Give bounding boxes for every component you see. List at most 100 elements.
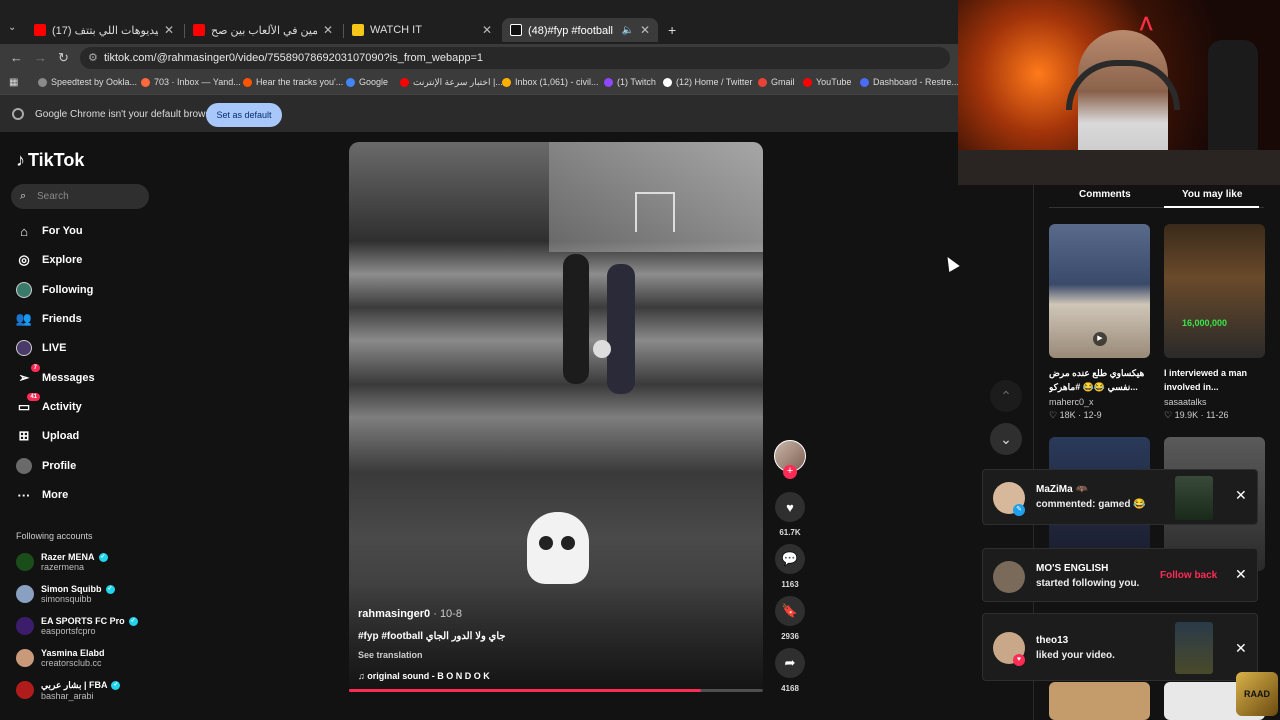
video-author[interactable]: rahmasinger0 · 10-8 [358, 608, 462, 620]
messages-badge: 7 [30, 364, 40, 372]
active-tab-indicator [1164, 206, 1259, 208]
tiktok-logo[interactable]: ♪ TikTok [16, 150, 84, 171]
chrome-icon [12, 108, 24, 120]
tab-search-chevron-icon[interactable]: ⌄ [8, 22, 16, 33]
avatar [993, 561, 1025, 593]
bookmark-twitch[interactable]: (1) Twitch [604, 77, 656, 87]
next-video-button[interactable]: ⌄ [990, 423, 1022, 455]
soundcloud-icon [243, 77, 252, 87]
search-placeholder: Search [37, 191, 69, 202]
notification-text: liked your video. [1036, 650, 1115, 661]
bookmark-yandex-inbox[interactable]: 703 · Inbox — Yand... [141, 77, 241, 87]
notification-toast[interactable]: ✎ MaZiMa 🦇 commented: gamed 😂 ✕ [982, 469, 1258, 525]
twitch-icon [604, 77, 613, 87]
bookmark-google[interactable]: Google [346, 77, 388, 87]
notification-toast[interactable]: ♥ theo13 liked your video. ✕ [982, 613, 1258, 681]
bookmark-soundcloud[interactable]: Hear the tracks you'... [243, 77, 343, 87]
following-account-simon[interactable]: Simon Squibb ✓ simonsquibb [16, 581, 115, 607]
video-progress-fill [349, 689, 701, 692]
nav-upload[interactable]: ⊞ Upload [16, 426, 80, 446]
nav-profile[interactable]: Profile [16, 456, 76, 476]
following-account-yasmina[interactable]: Yasmina Elabd creatorsclub.cc [16, 645, 105, 671]
verified-icon: ✓ [105, 584, 115, 594]
close-tab-icon[interactable]: ✕ [323, 23, 333, 37]
compass-icon: ◎ [18, 252, 30, 267]
close-icon[interactable]: ✕ [1235, 640, 1247, 657]
search-input[interactable]: ⌕ Search [11, 184, 149, 209]
suggested-video-card[interactable]: 16,000,000 I interviewed a man involved … [1164, 224, 1265, 421]
bookmark-twitter[interactable]: (12) Home / Twitter [663, 77, 752, 87]
following-account-razer[interactable]: Razer MENA ✓ razermena [16, 549, 108, 575]
close-tab-icon[interactable]: ✕ [640, 23, 650, 37]
nav-activity[interactable]: ▭ 41 Activity [16, 393, 82, 417]
nav-friends[interactable]: 👥 Friends [16, 309, 82, 329]
nav-live[interactable]: LIVE [16, 338, 66, 358]
following-account-bashar[interactable]: بشار عربي | FBA ✓ bashar_arabi [16, 677, 121, 703]
messages-icon: ➢ 7 [16, 364, 40, 386]
browser-tab-1[interactable]: (17) هي دي الفيديوهات اللي بتتف... ✕ [26, 18, 182, 42]
close-icon[interactable]: ✕ [1235, 566, 1247, 583]
apps-grid-icon[interactable]: ▦ [9, 77, 18, 88]
follow-plus-button[interactable]: + [783, 465, 797, 479]
set-as-default-button[interactable]: Set as default [206, 103, 282, 127]
save-button[interactable]: 🔖 2936 [773, 596, 807, 641]
notification-toast[interactable]: MO'S ENGLISH started following you. Foll… [982, 548, 1258, 602]
youtube-icon [34, 24, 46, 36]
heart-icon: ♥ [775, 492, 805, 522]
nav-messages[interactable]: ➢ 7 Messages [16, 364, 95, 388]
browser-tab-3[interactable]: WATCH IT ✕ [344, 18, 500, 42]
nav-explore[interactable]: ◎ Explore [16, 250, 82, 270]
tiktok-note-icon: ♪ [16, 150, 25, 170]
bookmark-youtube[interactable]: YouTube [803, 77, 851, 87]
browser-tab-4-active[interactable]: (48)#fyp #football جاي ولا الدور الجاي 🔈… [502, 18, 658, 42]
notification-name: MaZiMa 🦇 [1036, 484, 1088, 495]
following-account-easports[interactable]: EA SPORTS FC Pro ✓ easportsfcpro [16, 613, 138, 639]
bookmark-restream[interactable]: Dashboard - Restre... [860, 77, 959, 87]
notification-name: MO'S ENGLISH [1036, 563, 1109, 574]
suggested-video-card[interactable]: ▶ هيكساوي طلع عنده مرض نفسي 😂😂 #ماهركو..… [1049, 224, 1150, 421]
close-tab-icon[interactable]: ✕ [164, 23, 174, 37]
nav-following[interactable]: Following [16, 280, 93, 300]
nav-more[interactable]: ··· More [16, 485, 69, 505]
avatar [16, 553, 34, 571]
bookmark-icon: 🔖 [775, 596, 805, 626]
back-arrow-icon[interactable]: ← [10, 50, 23, 65]
reload-icon[interactable]: ↻ [58, 50, 69, 66]
tab-comments[interactable]: Comments [1079, 189, 1131, 200]
thumbnail-overlay-text: 16,000,000 [1182, 318, 1228, 328]
forward-arrow-icon[interactable]: → [34, 50, 47, 65]
video-caption: #fyp #football جاي ولا الدور الجاي [358, 631, 506, 642]
bookmark-speed-test-arabic[interactable]: اختبار سرعة الإنترنت |... [400, 77, 503, 88]
browser-tab-2[interactable]: تحدي التخمين في الألعاب بين صح... ✕ [185, 18, 341, 42]
bookmark-gmail[interactable]: Gmail [758, 77, 795, 87]
comment-button[interactable]: 💬 1163 [773, 544, 807, 589]
tab-title: تحدي التخمين في الألعاب بين صح... [211, 24, 317, 37]
logo-text: TikTok [28, 150, 85, 170]
tab-you-may-like[interactable]: You may like [1182, 189, 1242, 200]
comment-badge-icon: ✎ [1013, 504, 1025, 516]
speaker-icon[interactable]: 🔈 [621, 25, 633, 36]
home-icon: ⌂ [20, 223, 28, 239]
suggested-video-card[interactable] [1049, 682, 1150, 720]
like-button[interactable]: ♥ 61.7K [773, 492, 807, 537]
infobar-message: Google Chrome isn't your default browser [35, 109, 220, 120]
follow-back-button[interactable]: Follow back [1160, 570, 1217, 581]
google-icon [346, 77, 355, 87]
see-translation-link[interactable]: See translation [358, 650, 423, 660]
close-icon[interactable]: ✕ [1235, 487, 1247, 504]
card-user: sasaatalks [1164, 397, 1207, 407]
new-tab-button[interactable]: + [660, 18, 684, 42]
site-info-icon[interactable]: ⚙ [88, 47, 98, 69]
share-button[interactable]: ➦ 4168 [773, 648, 807, 693]
video-date: · 10-8 [433, 608, 462, 620]
video-player[interactable]: rahmasinger0 · 10-8 #fyp #football جاي و… [349, 142, 763, 693]
bookmark-speedtest[interactable]: Speedtest by Ookla... [38, 77, 137, 87]
video-progress-bar[interactable] [349, 689, 763, 692]
address-bar[interactable]: ⚙ tiktok.com/@rahmasinger0/video/7558907… [80, 47, 950, 69]
bookmark-inbox-civil[interactable]: Inbox (1,061) - civil... [502, 77, 599, 87]
video-sound[interactable]: ♫ original sound - B O N D O K [358, 671, 490, 681]
activity-badge: 41 [27, 393, 40, 401]
previous-video-button[interactable]: ⌃ [990, 380, 1022, 412]
close-tab-icon[interactable]: ✕ [482, 23, 492, 37]
nav-for-you[interactable]: ⌂ For You [16, 221, 82, 241]
